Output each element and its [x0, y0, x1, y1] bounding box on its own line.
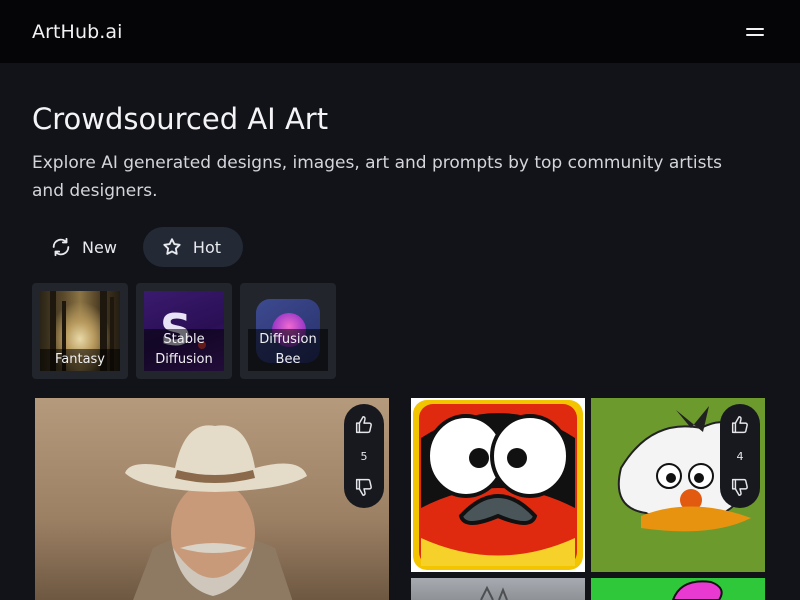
vote-panel-cowboy: 5 [344, 404, 384, 508]
tab-hot[interactable]: Hot [142, 227, 243, 267]
vote-panel-bird: 4 [720, 404, 760, 508]
page-subtitle: Explore AI generated designs, images, ar… [32, 153, 723, 201]
vote-count: 4 [736, 449, 744, 463]
sky-artwork [480, 585, 508, 600]
category-stable-diffusion-label: Stable Diffusion [144, 329, 224, 371]
star-icon [163, 238, 181, 255]
cowboy-artwork [125, 425, 307, 600]
tab-new[interactable]: New [32, 227, 139, 267]
gallery-image-cowboy[interactable]: 5 [35, 398, 389, 600]
gallery-image-bird[interactable]: 4 [591, 398, 765, 572]
penguin-artwork [413, 400, 583, 570]
thumbs-up-icon[interactable] [353, 414, 375, 436]
refresh-icon [52, 237, 70, 257]
logo[interactable]: ArtHub.ai [32, 21, 123, 43]
category-diffusion-bee[interactable]: Diffusion Bee [240, 283, 336, 379]
page-title: Crowdsourced AI Art [32, 102, 329, 136]
tab-hot-label: Hot [192, 237, 221, 257]
gallery-image-green[interactable] [591, 578, 765, 600]
tab-new-label: New [82, 237, 117, 257]
sort-tabs: New Hot [32, 227, 243, 267]
gallery-image-sky[interactable] [411, 578, 585, 600]
category-stable-diffusion[interactable]: S Stable Diffusion [136, 283, 232, 379]
thumbs-down-icon[interactable] [729, 476, 751, 498]
category-fantasy[interactable]: Fantasy [32, 283, 128, 379]
thumbs-up-icon[interactable] [729, 414, 751, 436]
thumbs-down-icon[interactable] [353, 476, 375, 498]
vote-count: 5 [360, 449, 368, 463]
green-artwork [671, 580, 723, 600]
hamburger-menu-icon[interactable] [744, 24, 766, 40]
category-diffusion-bee-label: Diffusion Bee [248, 329, 328, 371]
category-fantasy-label: Fantasy [40, 349, 120, 371]
gallery-image-penguin[interactable] [411, 398, 585, 572]
top-bar: ArtHub.ai [0, 0, 800, 63]
category-list: Fantasy S Stable Diffusion Diffusion Bee [32, 283, 336, 379]
